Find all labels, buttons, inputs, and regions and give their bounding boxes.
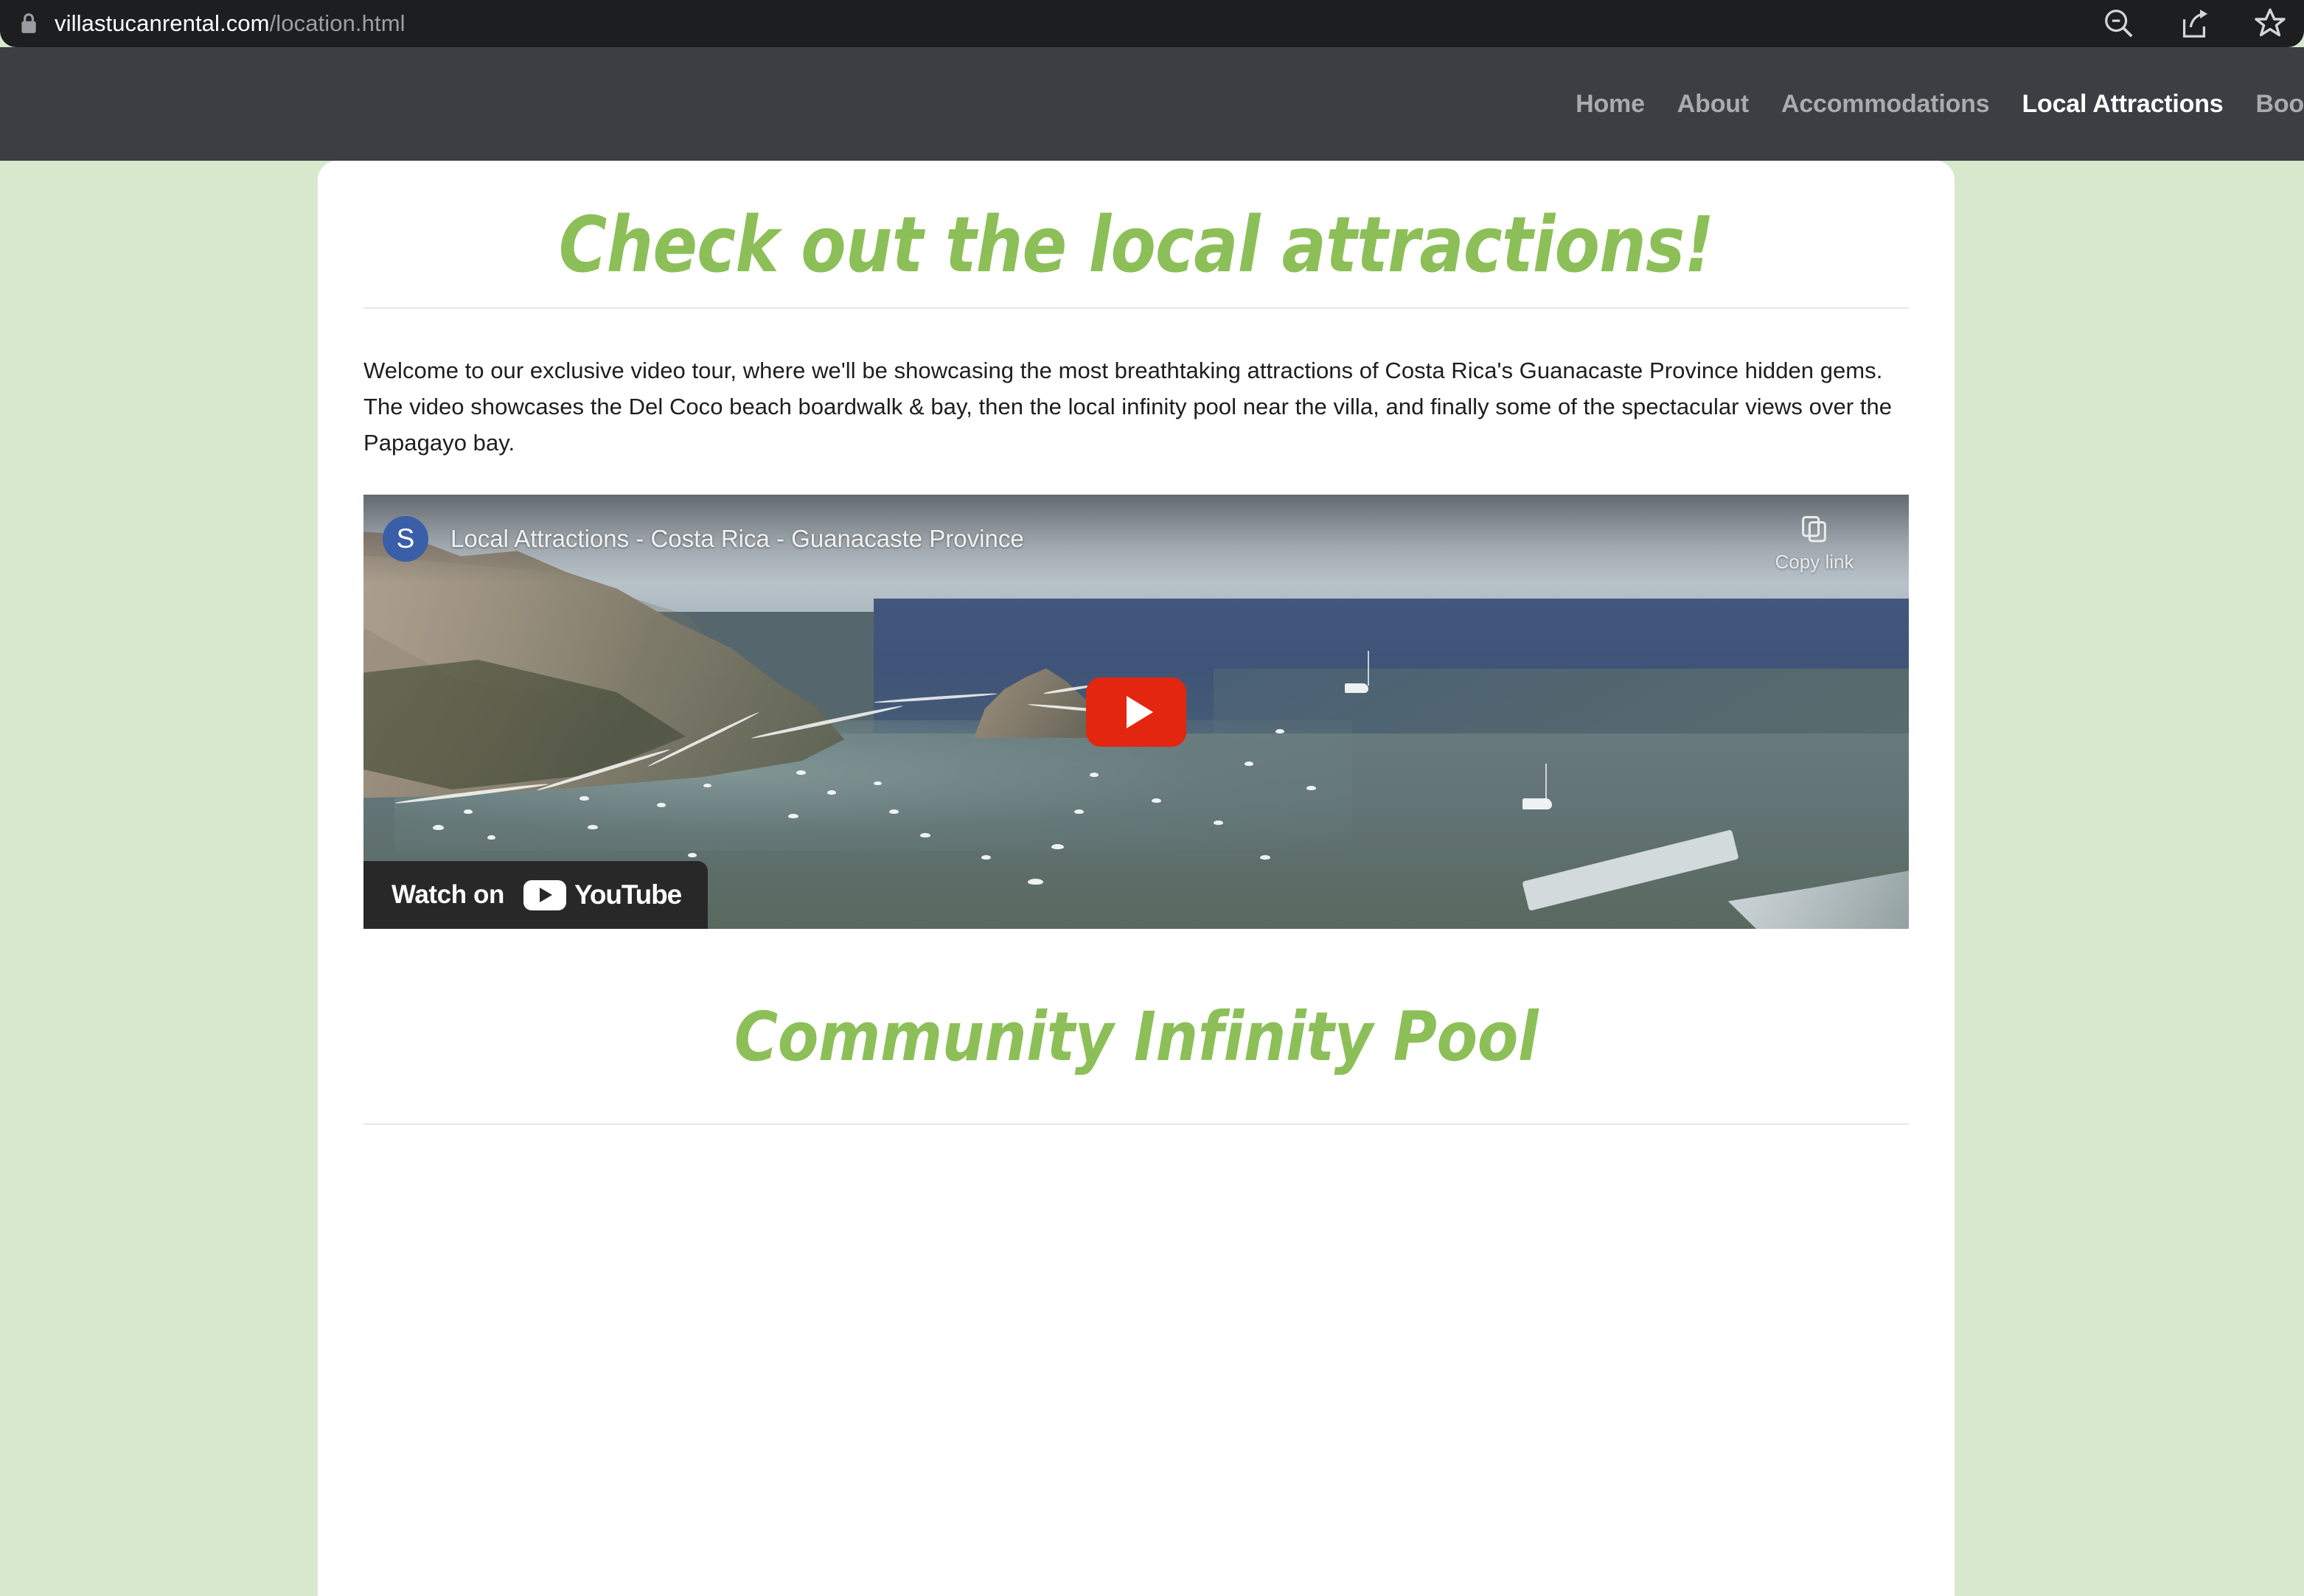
content-card: Check out the local attractions! Welcome… [318, 161, 1955, 1596]
favorite-star-icon[interactable] [2252, 6, 2288, 41]
video-scene-boat [826, 790, 836, 795]
video-scene-boat [1074, 809, 1085, 815]
video-scene-boat [433, 824, 445, 830]
copy-link-label: Copy link [1775, 551, 1854, 574]
video-scene-boat [981, 854, 992, 860]
intro-paragraph: Welcome to our exclusive video tour, whe… [363, 358, 1893, 456]
video-scene-boat [1344, 683, 1368, 694]
watch-on-youtube-button[interactable]: Watch on YouTube [363, 861, 709, 930]
nav-item-about[interactable]: About [1661, 47, 1765, 161]
video-scene-boat [1522, 798, 1552, 810]
url-text[interactable]: villastucanrental.com/location.html [55, 10, 406, 37]
video-scene-boat [788, 813, 799, 818]
video-scene-boat [1306, 785, 1316, 790]
video-scene-boat [688, 852, 697, 857]
url-domain: villastucanrental.com [55, 10, 270, 36]
page-title: Check out the local attractions! [558, 200, 1714, 290]
video-scene-boat [464, 809, 473, 815]
video-scene-boat [919, 833, 930, 838]
nav-item-home[interactable]: Home [1553, 47, 1661, 161]
video-scene-boat [1028, 879, 1044, 885]
video-scene-boat [1244, 762, 1253, 767]
video-scene-boat [796, 770, 806, 776]
section-title: Community Infinity Pool [734, 997, 1539, 1077]
video-scene-boat-mast [1545, 764, 1548, 804]
nav-item-local-attractions[interactable]: Local Attractions [2005, 47, 2239, 161]
play-button[interactable] [1086, 677, 1186, 747]
video-scene-boat [587, 824, 598, 829]
browser-toolbar-actions [2102, 0, 2288, 47]
nav-items: Home About Accommodations Local Attracti… [1553, 47, 2304, 161]
youtube-play-icon [523, 879, 566, 910]
video-scene-boat [487, 835, 495, 840]
youtube-play-triangle [540, 888, 553, 903]
video-scene-boat [1275, 729, 1284, 734]
nav-item-booking[interactable]: Boo [2240, 47, 2304, 161]
video-scene-boat [888, 809, 899, 815]
video-scene-boat [703, 783, 712, 787]
copy-icon [1802, 515, 1826, 543]
video-scene-boat [1090, 772, 1099, 777]
video-scene-boat [1213, 820, 1223, 825]
video-scene-boat [1151, 798, 1161, 804]
video-scene-boat [1259, 854, 1270, 860]
nav-item-accommodations[interactable]: Accommodations [1765, 47, 2005, 161]
play-triangle-icon [1126, 695, 1153, 728]
youtube-wordmark: YouTube [574, 879, 682, 910]
video-scene-boat [1051, 844, 1064, 850]
zoom-out-icon[interactable] [2102, 7, 2136, 41]
youtube-video-embed[interactable]: S Local Attractions - Costa Rica - Guana… [363, 495, 1909, 930]
video-scene-boat-mast [1368, 651, 1370, 686]
browser-url-bar: villastucanrental.com/location.html [0, 0, 2304, 47]
channel-avatar[interactable]: S [383, 516, 428, 562]
lock-icon [21, 13, 36, 33]
video-title-row: S Local Attractions - Costa Rica - Guana… [363, 495, 1909, 583]
url-path: /location.html [269, 10, 406, 36]
video-scene-boat [873, 781, 882, 785]
watch-on-label: Watch on [391, 880, 504, 910]
youtube-logo: YouTube [523, 879, 682, 910]
section-divider [363, 1123, 1909, 1126]
video-title[interactable]: Local Attractions - Costa Rica - Guanaca… [450, 525, 1024, 553]
site-navigation-bar: Home About Accommodations Local Attracti… [0, 47, 2304, 161]
title-divider [363, 307, 1909, 310]
copy-link-button[interactable]: Copy link [1763, 514, 1866, 574]
share-icon[interactable] [2177, 7, 2211, 41]
